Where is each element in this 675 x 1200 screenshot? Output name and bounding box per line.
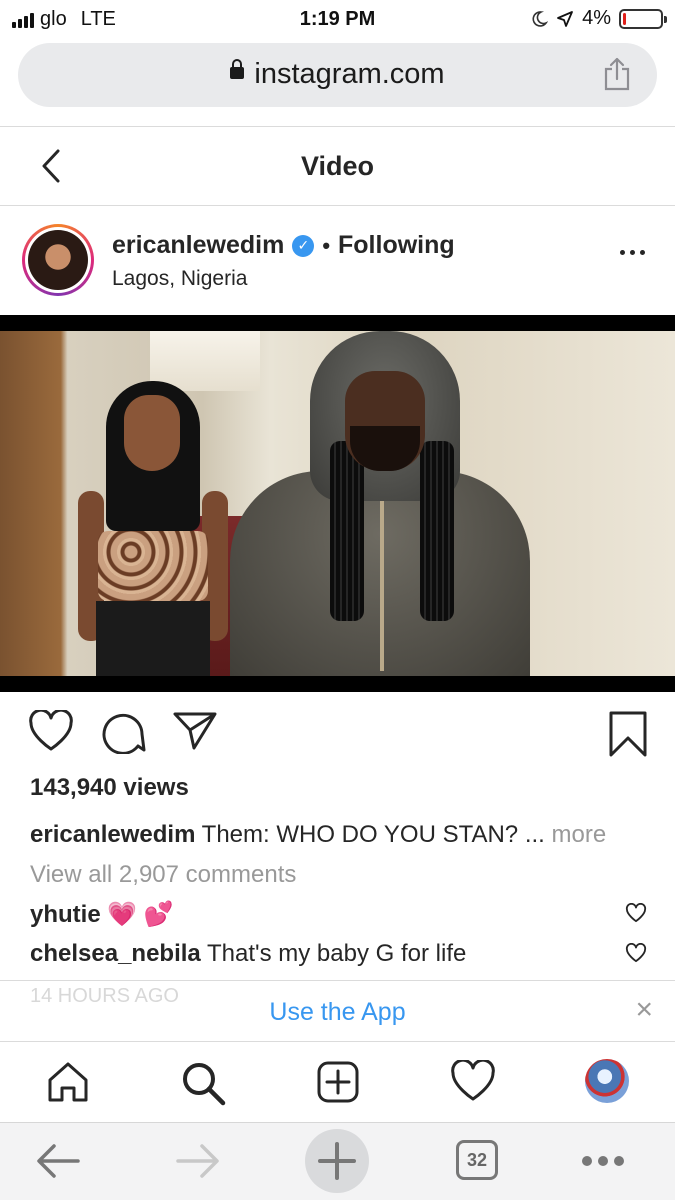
comment-row: yhutie 💗 💕	[30, 900, 174, 929]
comment-row: chelsea_nebila That's my baby G for life	[30, 940, 466, 968]
heart-icon[interactable]	[28, 710, 74, 752]
comment-text: 💗 💕	[107, 901, 174, 928]
home-icon[interactable]	[46, 1060, 90, 1104]
divider	[0, 205, 675, 206]
tab-count: 32	[466, 1149, 488, 1170]
status-bar: glo LTE 1:19 PM 4%	[0, 0, 675, 38]
use-the-app-link[interactable]: Use the App	[0, 998, 675, 1027]
post-actions	[0, 710, 675, 770]
video-frame	[0, 331, 675, 676]
battery-level	[623, 12, 626, 25]
comment-like-heart-icon[interactable]	[625, 943, 647, 963]
address-bar[interactable]: instagram.com	[18, 43, 657, 107]
location-arrow-icon	[557, 10, 573, 27]
comment-icon[interactable]	[100, 710, 146, 754]
activity-heart-icon[interactable]	[450, 1060, 496, 1102]
avatar[interactable]	[22, 224, 94, 296]
video-player[interactable]	[0, 315, 675, 692]
bookmark-icon[interactable]	[608, 710, 648, 758]
following-button[interactable]: Following	[338, 231, 455, 260]
post-location[interactable]: Lagos, Nigeria	[112, 267, 247, 291]
do-not-disturb-icon	[532, 10, 549, 27]
caption-text: Them: WHO DO YOU STAN? ...	[201, 821, 545, 848]
view-count[interactable]: 143,940 views	[30, 774, 189, 802]
lock-icon	[230, 59, 245, 80]
plus-icon	[318, 1142, 356, 1180]
divider	[0, 126, 675, 127]
more-menu-icon[interactable]	[582, 1156, 624, 1166]
comment-username[interactable]: yhutie	[30, 901, 101, 928]
more-options-icon[interactable]	[620, 250, 645, 255]
new-tab-button[interactable]	[305, 1129, 369, 1193]
tabs-button[interactable]: 32	[456, 1140, 498, 1180]
use-the-app-banner: 14 HOURS AGO Use the App ×	[0, 980, 675, 1040]
battery-percent: 4%	[582, 7, 611, 29]
forward-icon[interactable]	[174, 1141, 222, 1181]
back-icon[interactable]	[34, 1141, 82, 1181]
verified-badge-icon: ✓	[292, 234, 315, 257]
instagram-tab-bar	[0, 1041, 675, 1121]
profile-avatar[interactable]	[585, 1059, 629, 1103]
comment-like-heart-icon[interactable]	[625, 903, 647, 923]
close-icon[interactable]: ×	[635, 993, 653, 1027]
caption-username[interactable]: ericanlewedim	[30, 821, 195, 848]
comment-text: That's my baby G for life	[207, 940, 467, 967]
new-post-plus-icon[interactable]	[316, 1060, 360, 1104]
separator-dot: •	[322, 232, 331, 258]
battery-icon	[619, 8, 667, 29]
caption-more-link[interactable]: more	[552, 821, 607, 848]
comment-username[interactable]: chelsea_nebila	[30, 940, 201, 967]
page-title: Video	[300, 151, 375, 181]
post-username[interactable]: ericanlewedim	[112, 231, 284, 260]
share-icon[interactable]	[603, 57, 631, 91]
caption: ericanlewedim Them: WHO DO YOU STAN? ...…	[30, 821, 606, 849]
paper-plane-icon[interactable]	[172, 710, 218, 752]
url-text: instagram.com	[254, 58, 445, 90]
browser-toolbar: 32	[0, 1122, 675, 1200]
view-all-comments-link[interactable]: View all 2,907 comments	[30, 861, 296, 889]
search-icon[interactable]	[180, 1060, 226, 1106]
